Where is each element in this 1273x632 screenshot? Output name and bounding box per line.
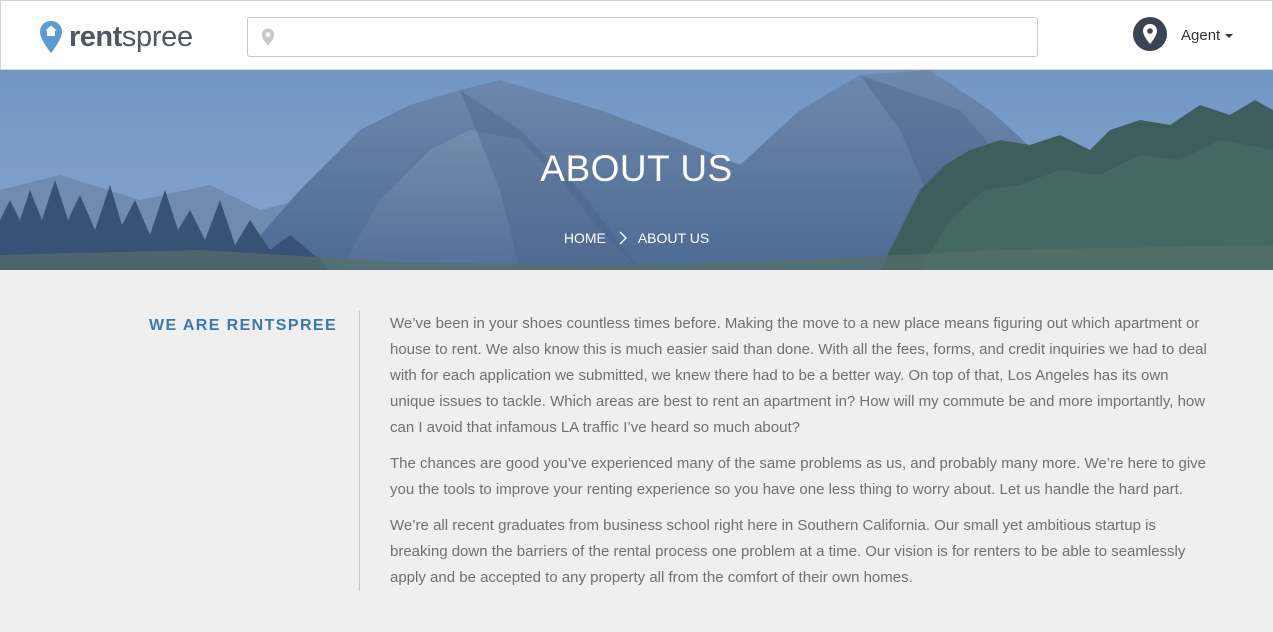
top-navbar: rent spree Agent <box>0 0 1273 70</box>
about-content: WE ARE RENTSPREE We’ve been in your shoe… <box>0 270 1273 632</box>
breadcrumb: HOME ABOUT US <box>0 230 1273 246</box>
location-search-bar[interactable] <box>247 17 1038 57</box>
about-body-text: We’ve been in your shoes countless times… <box>390 311 1216 601</box>
section-heading: WE ARE RENTSPREE <box>149 317 338 334</box>
vertical-divider <box>359 311 360 591</box>
logo-text-spree: spree <box>121 20 193 53</box>
logo-pin-icon <box>40 21 62 53</box>
paragraph: We’ve been in your shoes countless times… <box>390 315 1207 436</box>
caret-down-icon <box>1225 34 1234 38</box>
user-role-label: Agent <box>1181 26 1221 44</box>
rentspree-logo[interactable]: rent spree <box>39 19 193 55</box>
paragraph: We’re all recent graduates from business… <box>390 517 1186 586</box>
about-us-page: rent spree Agent ABOUT US HOME ABOUT US … <box>0 0 1273 632</box>
page-title: ABOUT US <box>540 148 733 189</box>
user-avatar[interactable] <box>1133 17 1167 51</box>
breadcrumb-current: ABOUT US <box>637 230 710 246</box>
search-input[interactable] <box>283 19 1037 55</box>
chevron-right-icon <box>619 231 627 245</box>
paragraph: The chances are good you’ve experienced … <box>390 455 1206 498</box>
breadcrumb-home-link[interactable]: HOME <box>564 230 606 246</box>
user-role-dropdown[interactable]: Agent <box>1181 25 1234 45</box>
location-pin-icon <box>1143 24 1157 44</box>
location-pin-icon <box>261 28 275 46</box>
hero-banner: ABOUT US HOME ABOUT US <box>0 70 1273 270</box>
logo-text-rent: rent <box>69 20 122 53</box>
